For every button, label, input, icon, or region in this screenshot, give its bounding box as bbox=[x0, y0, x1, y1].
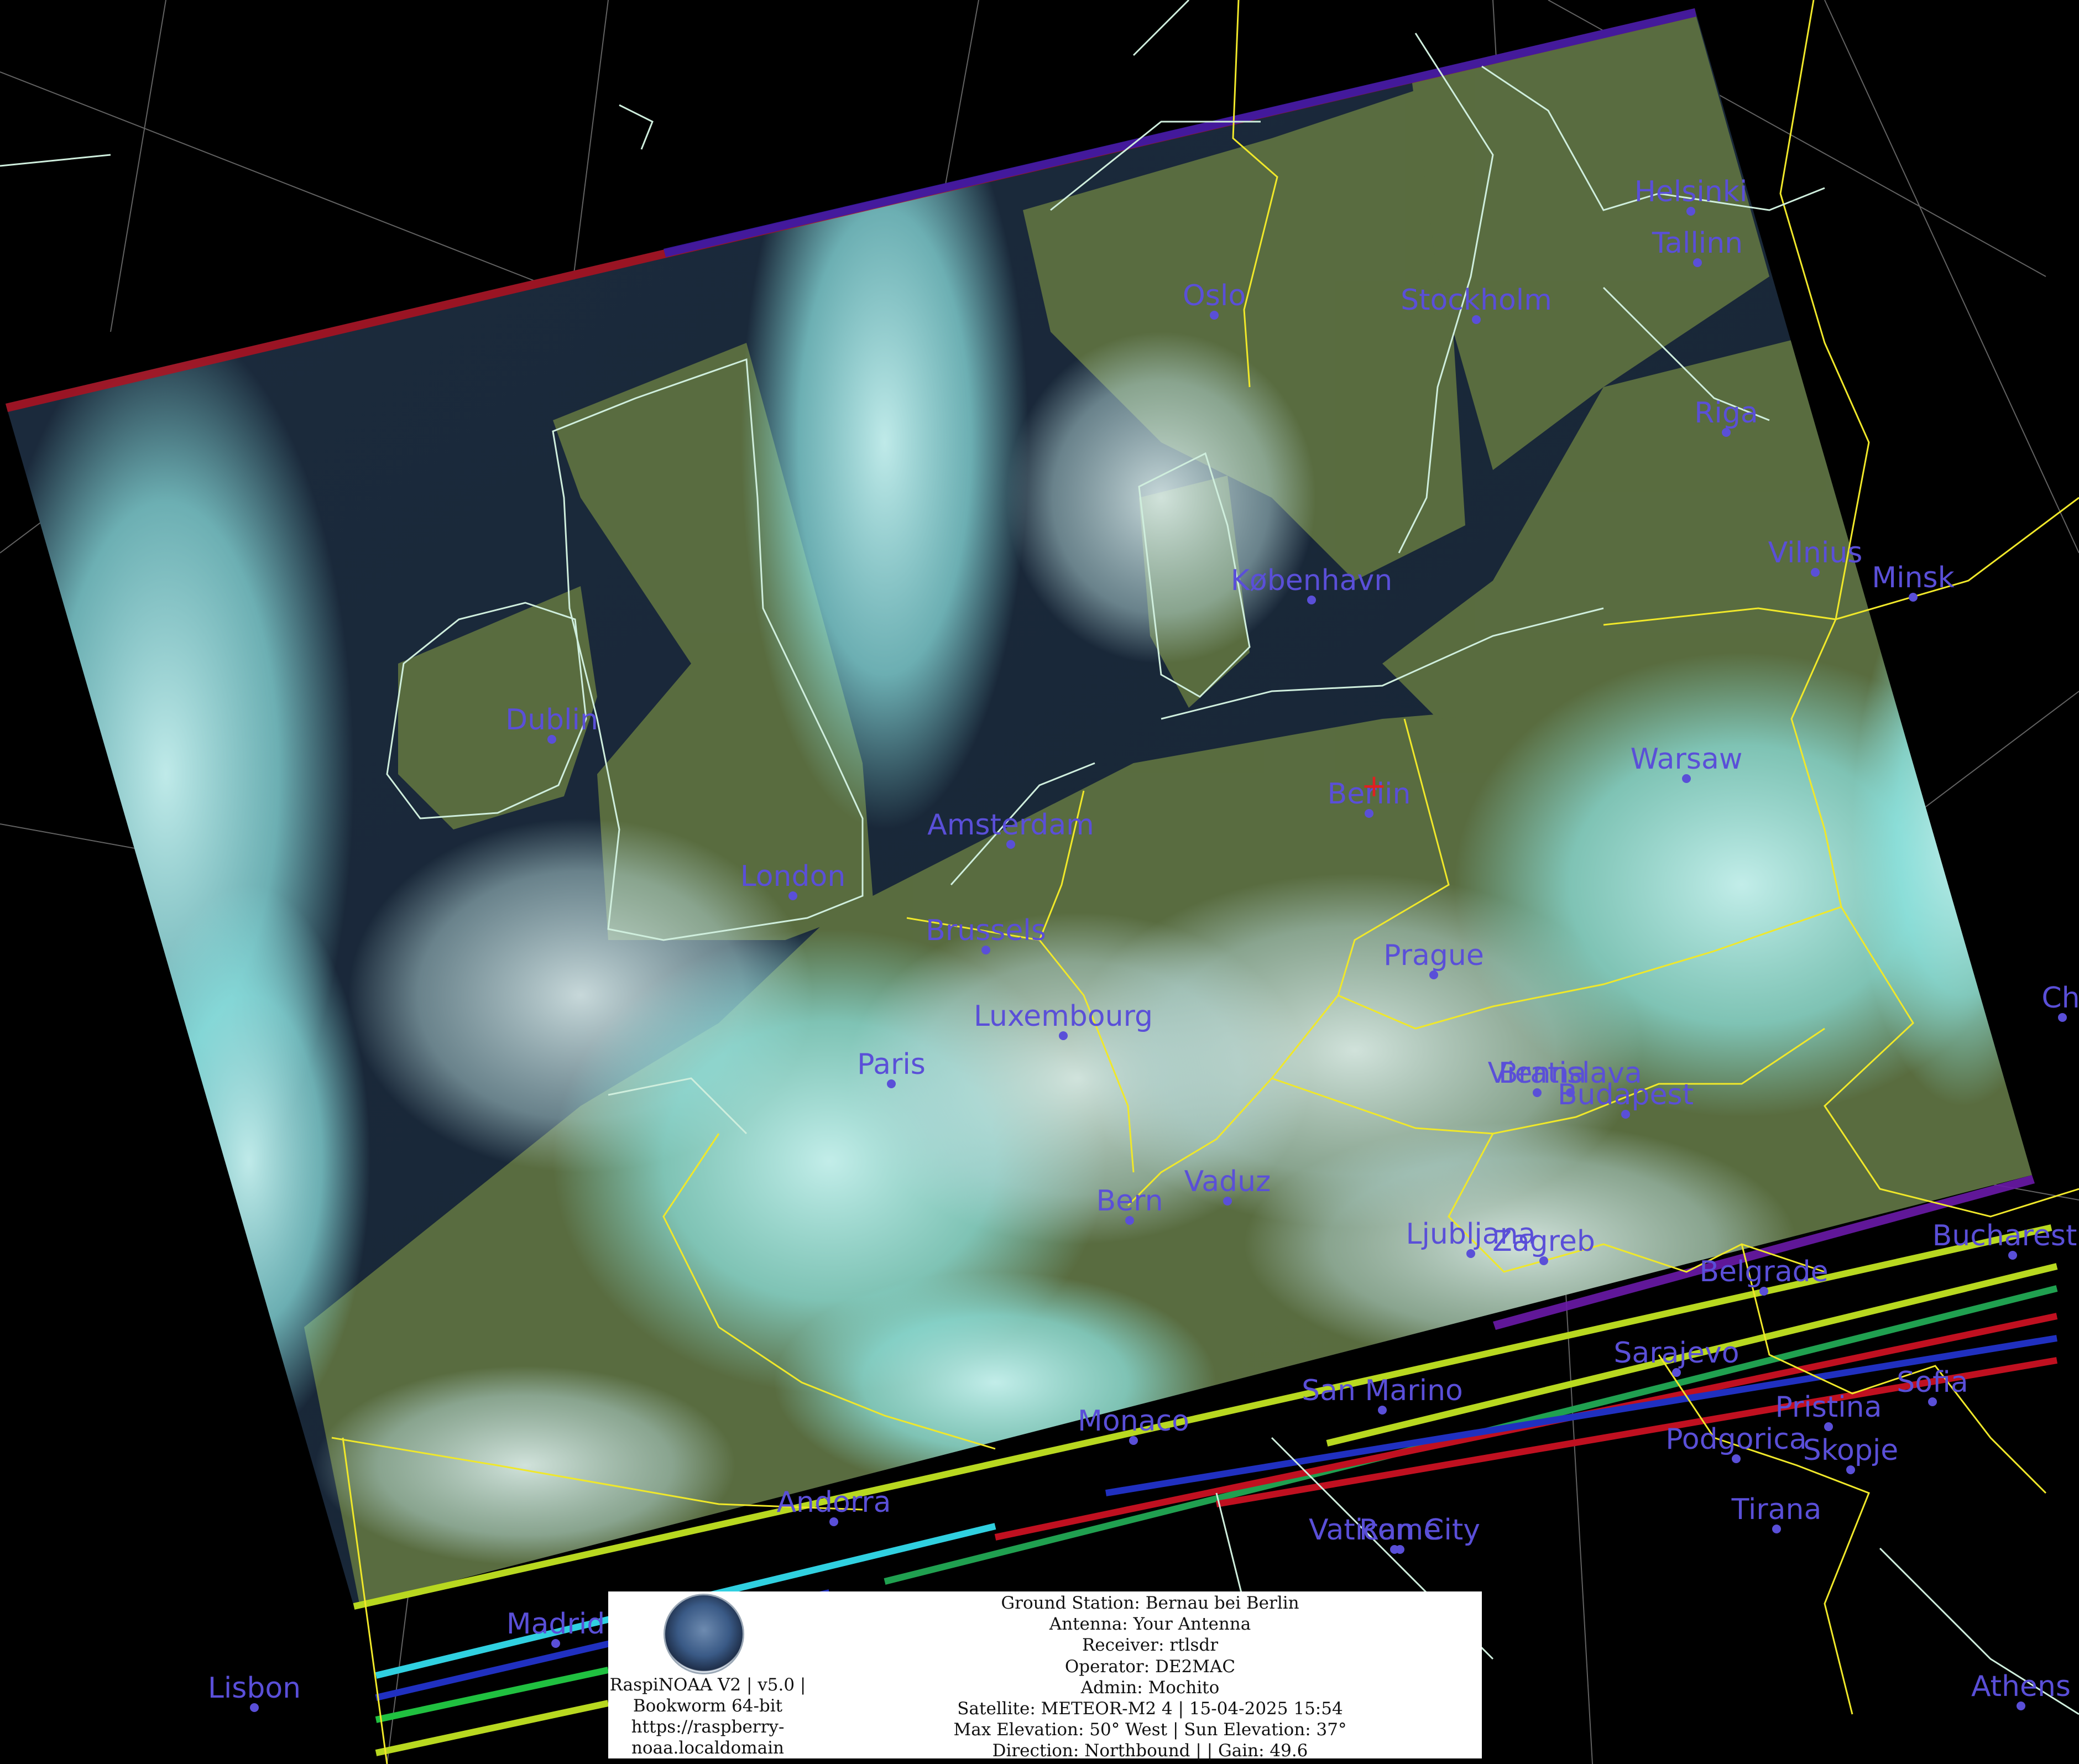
city-lisbon: Lisbon bbox=[208, 1672, 301, 1712]
city-tirana: Tirana bbox=[1731, 1493, 1822, 1533]
city-label: København bbox=[1231, 564, 1392, 597]
city-label: Warsaw bbox=[1631, 743, 1743, 776]
city-sofia: Sofia bbox=[1897, 1366, 1968, 1406]
satellite-map: Helsinki Tallinn Oslo Stockholm Riga Vilnius M… bbox=[0, 0, 2079, 1764]
city-label: Tirana bbox=[1731, 1493, 1822, 1526]
city-label: Ch bbox=[2041, 982, 2079, 1015]
city-label: Podgorica bbox=[1665, 1423, 1806, 1456]
city-label: London bbox=[740, 860, 846, 893]
pass-info-line: Max Elevation: 50° West | Sun Elevation:… bbox=[953, 1720, 1347, 1740]
software-info-line: RaspiNOAA V2 | v5.0 | bbox=[609, 1675, 806, 1695]
city-label: Paris bbox=[857, 1048, 926, 1081]
city-label: San Marino bbox=[1302, 1374, 1463, 1407]
pass-info-line: Satellite: METEOR-M2 4 | 15-04-2025 15:5… bbox=[957, 1699, 1343, 1719]
city-label: Andorra bbox=[776, 1486, 891, 1519]
city-label: Dublin bbox=[505, 703, 598, 737]
pass-info-line: Antenna: Your Antenna bbox=[1049, 1614, 1251, 1635]
city-label: Tallinn bbox=[1652, 227, 1743, 260]
city-belgrade: Belgrade bbox=[1699, 1255, 1829, 1296]
city-label: Prague bbox=[1383, 939, 1484, 972]
city-label: Bern bbox=[1096, 1184, 1163, 1218]
city-label: Oslo bbox=[1183, 279, 1246, 312]
city-label: Luxembourg bbox=[974, 1000, 1153, 1033]
city-label: Bucharest bbox=[1932, 1219, 2077, 1252]
city-label: Stockholm bbox=[1401, 284, 1552, 317]
city-label: Pristina bbox=[1775, 1391, 1882, 1424]
software-info-line: https://raspberry- bbox=[631, 1717, 785, 1737]
city-label: Amsterdam bbox=[927, 808, 1094, 842]
info-panel: RaspiNOAA V2 | v5.0 | Bookworm 64-bit ht… bbox=[608, 1591, 1482, 1761]
city-label: Madrid bbox=[506, 1608, 605, 1641]
raspinoaa-logo bbox=[664, 1594, 744, 1674]
city-athens: Athens bbox=[1971, 1670, 2071, 1710]
pass-info-line: Direction: Northbound | | Gain: 49.6 bbox=[992, 1741, 1308, 1761]
city-ch: Ch bbox=[2041, 982, 2079, 1022]
city-label: Helsinki bbox=[1634, 175, 1748, 208]
software-info-line: Bookworm 64-bit bbox=[633, 1696, 783, 1716]
city-san-marino: San Marino bbox=[1302, 1374, 1463, 1415]
city-podgorica: Podgorica bbox=[1665, 1423, 1807, 1463]
city-label: Rome bbox=[1359, 1514, 1441, 1547]
city-rome: Rome bbox=[1359, 1514, 1441, 1554]
city-label: Brussels bbox=[926, 914, 1046, 947]
city-label: Sarajevo bbox=[1613, 1337, 1739, 1370]
city-bucharest: Bucharest bbox=[1932, 1219, 2077, 1260]
city-label: Minsk bbox=[1872, 561, 1954, 594]
city-label: Belgrade bbox=[1699, 1255, 1828, 1288]
city-label: Vaduz bbox=[1184, 1165, 1271, 1198]
software-info-line: noaa.localdomain bbox=[631, 1738, 785, 1758]
city-label: Monaco bbox=[1078, 1405, 1189, 1438]
city-label: Budapest bbox=[1558, 1078, 1694, 1111]
pass-info-line: Ground Station: Bernau bei Berlin bbox=[1001, 1593, 1299, 1613]
map-canvas: Helsinki Tallinn Oslo Stockholm Riga Vilnius M… bbox=[0, 0, 2079, 1764]
city-label: Zagreb bbox=[1492, 1225, 1595, 1258]
ground-station-marker: + bbox=[1361, 768, 1387, 804]
city-label: Vilnius bbox=[1768, 536, 1863, 570]
city-minsk: Minsk bbox=[1872, 561, 1955, 602]
city-label: Skopje bbox=[1803, 1434, 1899, 1467]
pass-info-line: Receiver: rtlsdr bbox=[1082, 1635, 1219, 1656]
pass-info-line: Admin: Mochito bbox=[1080, 1677, 1220, 1698]
satellite-swath bbox=[6, 8, 2035, 1606]
city-andorra: Andorra bbox=[776, 1486, 891, 1526]
city-label: Riga bbox=[1694, 396, 1758, 430]
software-info: RaspiNOAA V2 | v5.0 | Bookworm 64-bit ht… bbox=[608, 1674, 807, 1758]
pass-info: Ground Station: Bernau bei Berlin Antenn… bbox=[818, 1593, 1482, 1762]
city-label: Sofia bbox=[1897, 1366, 1968, 1399]
city-label: Lisbon bbox=[208, 1672, 301, 1705]
pass-info-line: Operator: DE2MAC bbox=[1064, 1656, 1236, 1677]
city-skopje: Skopje bbox=[1803, 1434, 1899, 1474]
city-label: Athens bbox=[1971, 1670, 2071, 1703]
